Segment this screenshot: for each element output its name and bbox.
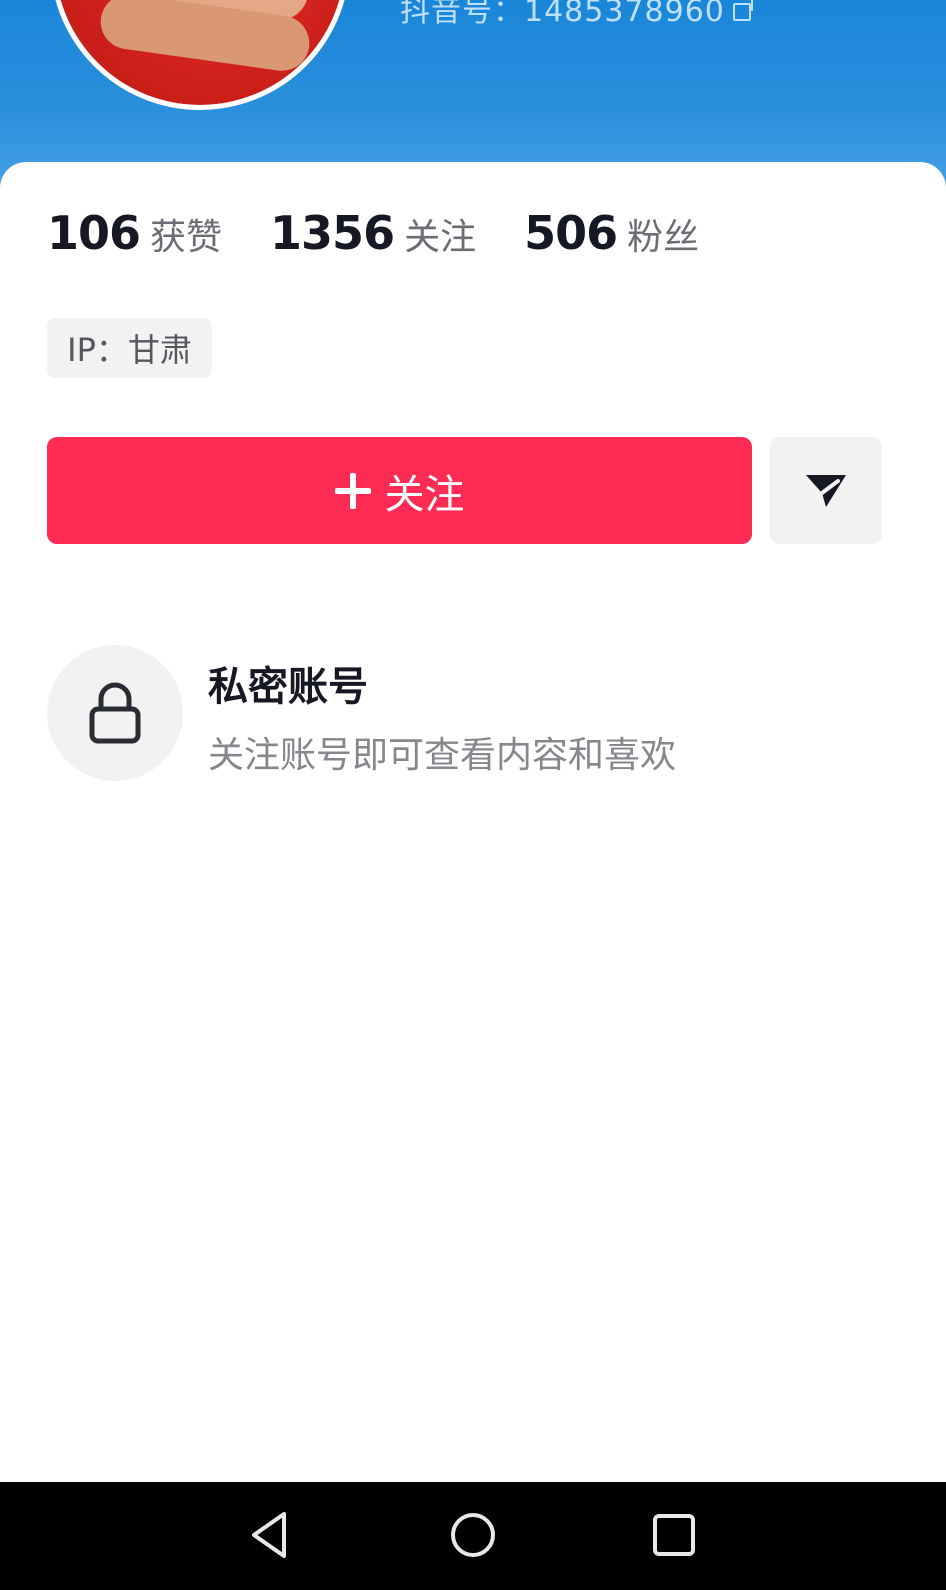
private-account-title: 私密账号 [208, 664, 368, 710]
stat-followers-label: 粉丝 [627, 217, 700, 258]
stat-followers[interactable]: 506 粉丝 [524, 206, 699, 260]
copy-icon[interactable] [731, 0, 753, 21]
stat-following-value: 1356 [270, 206, 395, 260]
stat-following[interactable]: 1356 关注 [270, 206, 476, 260]
stat-likes[interactable]: 106 获赞 [47, 206, 222, 260]
douyin-id-text: 抖音号：1485378960 [400, 0, 725, 29]
avatar[interactable] [50, 0, 350, 110]
stat-likes-label: 获赞 [150, 217, 223, 258]
stat-likes-value: 106 [47, 206, 141, 260]
home-circle-icon[interactable] [449, 1511, 497, 1559]
send-message-button[interactable] [770, 437, 882, 544]
send-icon [806, 474, 846, 507]
stat-followers-value: 506 [524, 206, 618, 260]
follow-button[interactable]: 关注 [47, 437, 752, 544]
lock-badge [47, 645, 183, 781]
follow-button-label: 关注 [384, 471, 465, 518]
plus-icon [334, 472, 371, 509]
lock-icon [89, 682, 141, 744]
stat-following-label: 关注 [404, 217, 477, 258]
back-triangle-icon[interactable] [248, 1510, 290, 1560]
recents-square-icon[interactable] [652, 1513, 696, 1557]
stats-row: 106 获赞 1356 关注 506 粉丝 [47, 206, 747, 262]
avatar-photo [55, 0, 345, 105]
douyin-id[interactable]: 抖音号：1485378960 [400, 0, 753, 29]
ip-location-tag: IP：甘肃 [47, 318, 212, 378]
private-account-subtitle: 关注账号即可查看内容和喜欢 [208, 735, 677, 776]
system-nav-bar [0, 1482, 946, 1590]
